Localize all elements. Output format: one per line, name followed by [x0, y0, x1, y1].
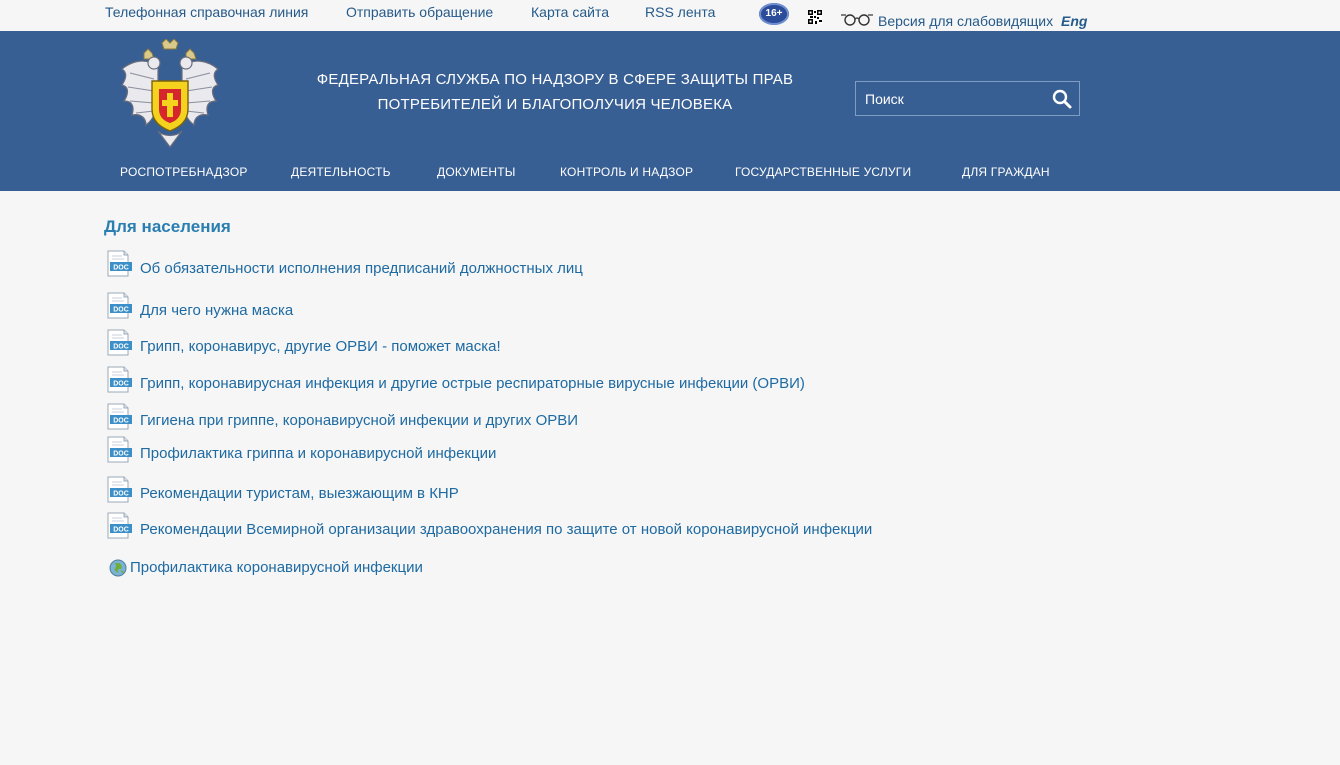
- document-link[interactable]: Грипп, коронавирус, другие ОРВИ - поможе…: [140, 338, 501, 355]
- document-link[interactable]: Грипп, коронавирусная инфекция и другие …: [140, 375, 805, 392]
- send-appeal-link[interactable]: Отправить обращение: [346, 4, 493, 20]
- document-link[interactable]: Рекомендации туристам, выезжающим в КНР: [140, 485, 459, 502]
- site-header: ФЕДЕРАЛЬНАЯ СЛУЖБА ПО НАДЗОРУ В СФЕРЕ ЗА…: [0, 31, 1340, 191]
- english-version-link[interactable]: Eng: [1061, 13, 1087, 29]
- nav-item-documents[interactable]: ДОКУМЕНТЫ: [437, 165, 516, 179]
- rss-link[interactable]: RSS лента: [645, 4, 715, 20]
- doc-icon-label: DOC: [113, 491, 129, 498]
- doc-icon-label: DOC: [113, 381, 129, 388]
- doc-icon-label: DOC: [113, 344, 129, 351]
- search-input[interactable]: [856, 82, 1036, 115]
- doc-file-icon: DOC: [107, 403, 132, 430]
- doc-file-icon: DOC: [107, 250, 132, 277]
- doc-icon-label: DOC: [113, 418, 129, 425]
- page-title: Для населения: [104, 217, 231, 236]
- search-box: [855, 81, 1080, 116]
- globe-icon: [109, 559, 127, 577]
- eagle-emblem-icon[interactable]: [118, 39, 222, 151]
- search-icon[interactable]: [1051, 88, 1073, 110]
- doc-file-icon: DOC: [107, 476, 132, 503]
- organization-title-line1: ФЕДЕРАЛЬНАЯ СЛУЖБА ПО НАДЗОРУ В СФЕРЕ ЗА…: [316, 71, 794, 88]
- nav-item-activity[interactable]: ДЕЯТЕЛЬНОСТЬ: [291, 165, 391, 179]
- sitemap-link[interactable]: Карта сайта: [531, 4, 609, 20]
- document-link[interactable]: Об обязательности исполнения предписаний…: [140, 260, 583, 277]
- doc-icon-label: DOC: [113, 265, 129, 272]
- document-link[interactable]: Для чего нужна маска: [140, 302, 293, 319]
- organization-title-line2: ПОТРЕБИТЕЛЕЙ И БЛАГОПОЛУЧИЯ ЧЕЛОВЕКА: [377, 96, 733, 113]
- doc-icon-label: DOC: [113, 527, 129, 534]
- web-link[interactable]: Профилактика коронавирусной инфекции: [130, 559, 423, 576]
- glasses-icon[interactable]: [840, 12, 874, 26]
- document-link[interactable]: Профилактика гриппа и коронавирусной инф…: [140, 445, 496, 462]
- organization-title: ФЕДЕРАЛЬНАЯ СЛУЖБА ПО НАДЗОРУ В СФЕРЕ ЗА…: [295, 67, 815, 117]
- doc-icon-label: DOC: [113, 307, 129, 314]
- doc-icon-label: DOC: [113, 451, 129, 458]
- nav-item-for-citizens[interactable]: ДЛЯ ГРАЖДАН: [962, 165, 1050, 179]
- qr-code-icon[interactable]: [808, 10, 822, 24]
- doc-file-icon: DOC: [107, 512, 132, 539]
- document-link[interactable]: Гигиена при гриппе, коронавирусной инфек…: [140, 412, 578, 429]
- nav-item-public-services[interactable]: ГОСУДАРСТВЕННЫЕ УСЛУГИ: [735, 165, 911, 179]
- age-rating-icon: 16+: [759, 3, 789, 25]
- doc-file-icon: DOC: [107, 366, 132, 393]
- low-vision-version-link[interactable]: Версия для слабовидящих: [878, 13, 1053, 29]
- doc-file-icon: DOC: [107, 329, 132, 356]
- hotline-link[interactable]: Телефонная справочная линия: [105, 4, 308, 20]
- doc-file-icon: DOC: [107, 292, 132, 319]
- top-utility-bar: Телефонная справочная линия Отправить об…: [0, 0, 1340, 31]
- nav-item-rospotrebnadzor[interactable]: РОСПОТРЕБНАДЗОР: [120, 165, 248, 179]
- doc-file-icon: DOC: [107, 436, 132, 463]
- document-link[interactable]: Рекомендации Всемирной организации здрав…: [140, 521, 872, 538]
- nav-item-control[interactable]: КОНТРОЛЬ И НАДЗОР: [560, 165, 693, 179]
